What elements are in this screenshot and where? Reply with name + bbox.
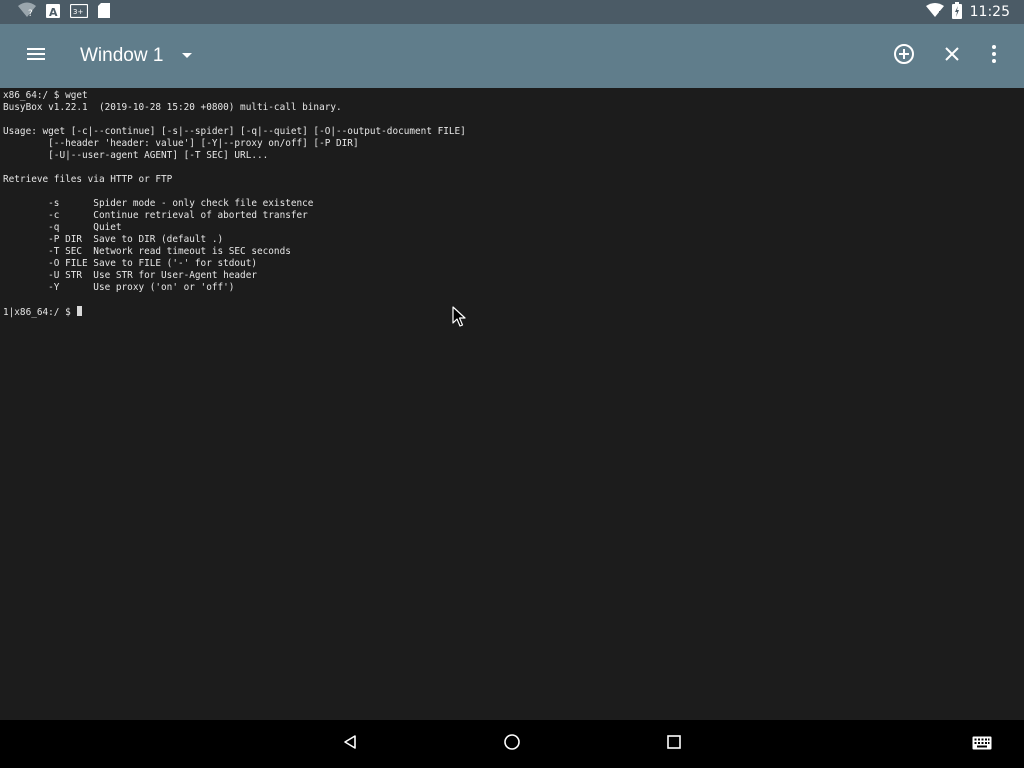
terminal-line: [-U|--user-agent AGENT] [-T SEC] URL... — [48, 150, 269, 161]
terminal-line: -T SEC Network read timeout is SEC secon… — [48, 246, 291, 257]
close-icon — [943, 45, 961, 67]
svg-text:3+: 3+ — [73, 8, 83, 16]
close-window-button[interactable] — [932, 36, 972, 76]
menu-button[interactable] — [16, 36, 56, 76]
terminal-line: -O FILE Save to FILE ('-' for stdout) — [48, 258, 257, 269]
menu-icon — [26, 46, 46, 66]
terminal-lines: x86_64:/ $ wget BusyBox v1.22.1 (2019-10… — [3, 90, 466, 293]
terminal-line: -Y Use proxy ('on' or 'off') — [48, 282, 235, 293]
terminal-output: x86_64:/ $ wget BusyBox v1.22.1 (2019-10… — [0, 88, 1024, 319]
terminal-line: x86_64:/ $ wget — [3, 90, 88, 101]
terminal-line: -U STR Use STR for User-Agent header — [48, 270, 257, 281]
window-selector[interactable]: Window 1 — [72, 36, 201, 76]
terminal-cursor — [77, 306, 83, 316]
wifi-question-icon: ? — [18, 2, 36, 22]
add-circle-icon — [892, 42, 916, 70]
svg-text:A: A — [49, 6, 58, 18]
terminal-line: BusyBox v1.22.1 (2019-10-28 15:20 +0800)… — [3, 102, 342, 113]
dropdown-arrow-icon — [181, 52, 193, 60]
terminal-line: [--header 'header: value'] [-Y|--proxy o… — [48, 138, 359, 149]
sd-card-icon — [98, 2, 110, 22]
keyboard-icon — [972, 735, 992, 754]
terminal-prompt: 1|x86_64:/ $ — [3, 307, 77, 318]
back-triangle-icon — [342, 734, 358, 754]
more-vert-icon — [991, 44, 997, 68]
terminal-line: -q Quiet — [48, 222, 122, 233]
app-toolbar: Window 1 — [0, 24, 1024, 88]
mouse-pointer-icon — [452, 306, 468, 328]
keyboard-layout-icon: 3+ — [69, 3, 89, 22]
svg-text:?: ? — [28, 9, 33, 18]
terminal-view[interactable]: x86_64:/ $ wget BusyBox v1.22.1 (2019-10… — [0, 88, 1024, 720]
home-button[interactable] — [496, 728, 528, 760]
back-button[interactable] — [334, 728, 366, 760]
terminal-line: -s Spider mode - only check file existen… — [48, 198, 314, 209]
terminal-line: -P DIR Save to DIR (default .) — [48, 234, 224, 245]
wifi-icon — [925, 2, 944, 22]
new-window-button[interactable] — [884, 36, 924, 76]
system-indicators: 11:25 — [925, 0, 1010, 24]
overflow-menu-button[interactable] — [974, 36, 1014, 76]
recents-button[interactable] — [658, 728, 690, 760]
window-title: Window 1 — [80, 45, 164, 66]
terminal-line: Usage: wget [-c|--continue] [-s|--spider… — [3, 126, 466, 137]
home-circle-icon — [503, 733, 521, 755]
terminal-line: Retrieve files via HTTP or FTP — [3, 174, 173, 185]
keyboard-button[interactable] — [966, 728, 998, 760]
battery-icon — [951, 1, 962, 23]
status-bar: ? A 3+ 11:25 — [0, 0, 1024, 24]
recents-square-icon — [666, 734, 682, 754]
navigation-bar — [0, 720, 1024, 768]
font-a-icon: A — [46, 3, 60, 22]
status-time: 11:25 — [969, 4, 1010, 20]
notification-icons: ? A 3+ — [18, 2, 110, 22]
terminal-line: -c Continue retrieval of aborted transfe… — [48, 210, 308, 221]
